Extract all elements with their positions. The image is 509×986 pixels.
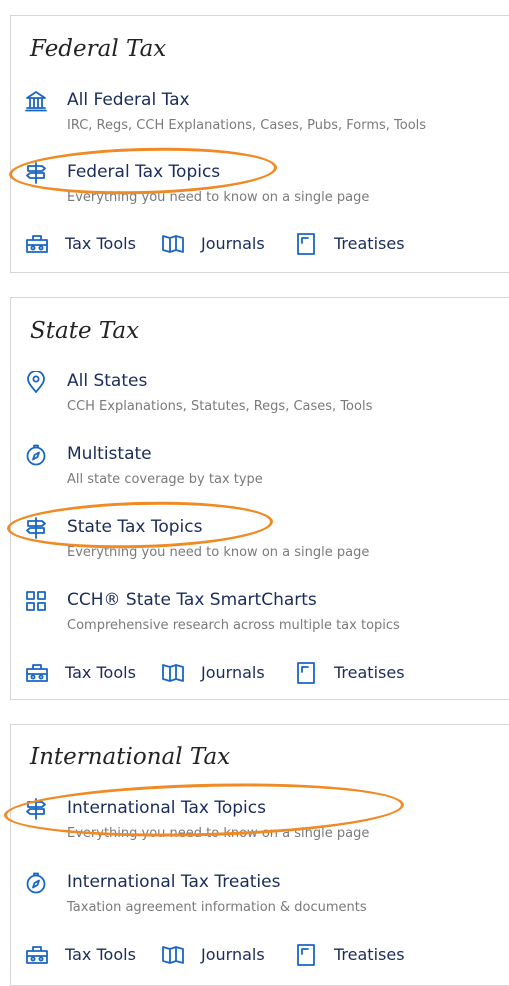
item-label: Federal Tax Topics <box>67 162 221 182</box>
item-description: Everything you need to know on a single … <box>67 190 370 205</box>
open-book-icon <box>161 944 185 966</box>
state-tax-smartcharts-link[interactable]: CCH® State Tax SmartCharts Comprehensive… <box>11 588 509 636</box>
link-label: Tax Tools <box>65 945 136 964</box>
document-icon <box>294 944 318 966</box>
link-label: Treatises <box>334 663 405 682</box>
document-icon <box>294 662 318 684</box>
card-title: Federal Tax <box>30 36 167 62</box>
signpost-icon <box>25 517 47 539</box>
link-label: Treatises <box>334 234 405 253</box>
federal-tax-topics-link[interactable]: Federal Tax Topics Everything you need t… <box>11 160 509 208</box>
item-label: All States <box>67 371 148 391</box>
state-tax-card: State Tax All States CCH Explanations, S… <box>10 297 509 700</box>
all-federal-tax-link[interactable]: All Federal Tax IRC, Regs, CCH Explanati… <box>11 88 509 136</box>
link-label: Journals <box>201 663 265 682</box>
card-title: State Tax <box>30 318 140 344</box>
international-tax-treaties-link[interactable]: International Tax Treaties Taxation agre… <box>11 870 509 918</box>
card-title: International Tax <box>30 744 231 770</box>
compass-icon <box>25 872 47 894</box>
international-quick-links: Tax Tools Journals Treatises <box>11 944 509 970</box>
item-description: IRC, Regs, CCH Explanations, Cases, Pubs… <box>67 118 427 133</box>
multistate-link[interactable]: Multistate All state coverage by tax typ… <box>11 442 509 490</box>
link-label: Journals <box>201 234 265 253</box>
item-description: Everything you need to know on a single … <box>67 826 370 841</box>
international-tax-card: International Tax International Tax Topi… <box>10 724 509 986</box>
item-label: International Tax Treaties <box>67 872 281 892</box>
item-description: All state coverage by tax type <box>67 472 263 487</box>
federal-quick-links: Tax Tools Journals Treatises <box>11 233 509 259</box>
toolbox-icon <box>25 944 49 966</box>
item-label: All Federal Tax <box>67 90 190 110</box>
bank-icon <box>25 90 47 112</box>
federal-tax-card: Federal Tax All Federal Tax IRC, Regs, C… <box>10 15 509 273</box>
signpost-icon <box>25 798 47 820</box>
item-label: International Tax Topics <box>67 798 266 818</box>
open-book-icon <box>161 233 185 255</box>
item-description: Comprehensive research across multiple t… <box>67 618 400 633</box>
item-description: CCH Explanations, Statutes, Regs, Cases,… <box>67 399 373 414</box>
item-description: Taxation agreement information & documen… <box>67 900 367 915</box>
link-label: Treatises <box>334 945 405 964</box>
toolbox-icon <box>25 662 49 684</box>
all-states-link[interactable]: All States CCH Explanations, Statutes, R… <box>11 369 509 417</box>
map-pin-icon <box>25 371 47 393</box>
signpost-icon <box>25 162 47 184</box>
link-label: Tax Tools <box>65 663 136 682</box>
compass-icon <box>25 444 47 466</box>
link-label: Tax Tools <box>65 234 136 253</box>
item-description: Everything you need to know on a single … <box>67 545 370 560</box>
item-label: Multistate <box>67 444 152 464</box>
open-book-icon <box>161 662 185 684</box>
link-label: Journals <box>201 945 265 964</box>
item-label: CCH® State Tax SmartCharts <box>67 590 317 610</box>
state-tax-topics-link[interactable]: State Tax Topics Everything you need to … <box>11 515 509 563</box>
item-label: State Tax Topics <box>67 517 203 537</box>
grid-icon <box>25 590 47 612</box>
international-tax-topics-link[interactable]: International Tax Topics Everything you … <box>11 796 509 844</box>
document-icon <box>294 233 318 255</box>
toolbox-icon <box>25 233 49 255</box>
state-quick-links: Tax Tools Journals Treatises <box>11 662 509 688</box>
